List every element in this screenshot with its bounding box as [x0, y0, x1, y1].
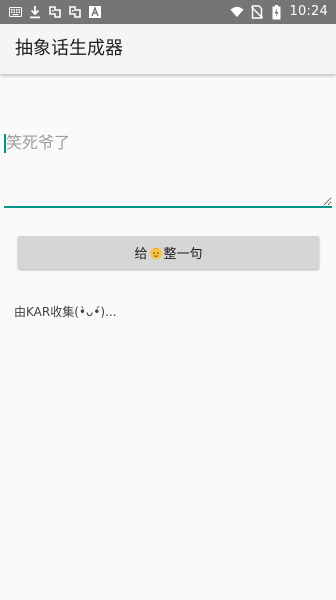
notification-icons [8, 4, 102, 20]
credit-text: 由KAR收集(•̀ᴗ•́)... [14, 305, 117, 319]
no-sim-icon [250, 5, 264, 19]
baby-face-emoji-icon [149, 246, 163, 260]
status-bar: 10:24 [0, 0, 336, 24]
generate-sentence-button[interactable]: 给 整一句 [18, 236, 319, 269]
sentence-input-container [4, 128, 332, 208]
clock-time: 10:24 [289, 4, 328, 19]
keyboard-icon [8, 5, 22, 19]
text-cursor [4, 134, 6, 153]
app-title: 抽象话生成器 [15, 38, 123, 59]
sentence-input[interactable] [4, 128, 332, 206]
font-icon [88, 5, 102, 19]
wifi-icon [229, 5, 244, 19]
download-icon [28, 5, 42, 19]
app-bar: 抽象话生成器 [0, 24, 336, 74]
button-label-suffix: 整一句 [163, 247, 203, 262]
app-bug-icon [48, 5, 62, 19]
button-label-prefix: 给 [134, 247, 148, 262]
input-underline [4, 206, 332, 208]
app-bug-icon [68, 5, 82, 19]
system-icons: 10:24 [229, 4, 328, 20]
battery-charging-icon [270, 4, 284, 19]
